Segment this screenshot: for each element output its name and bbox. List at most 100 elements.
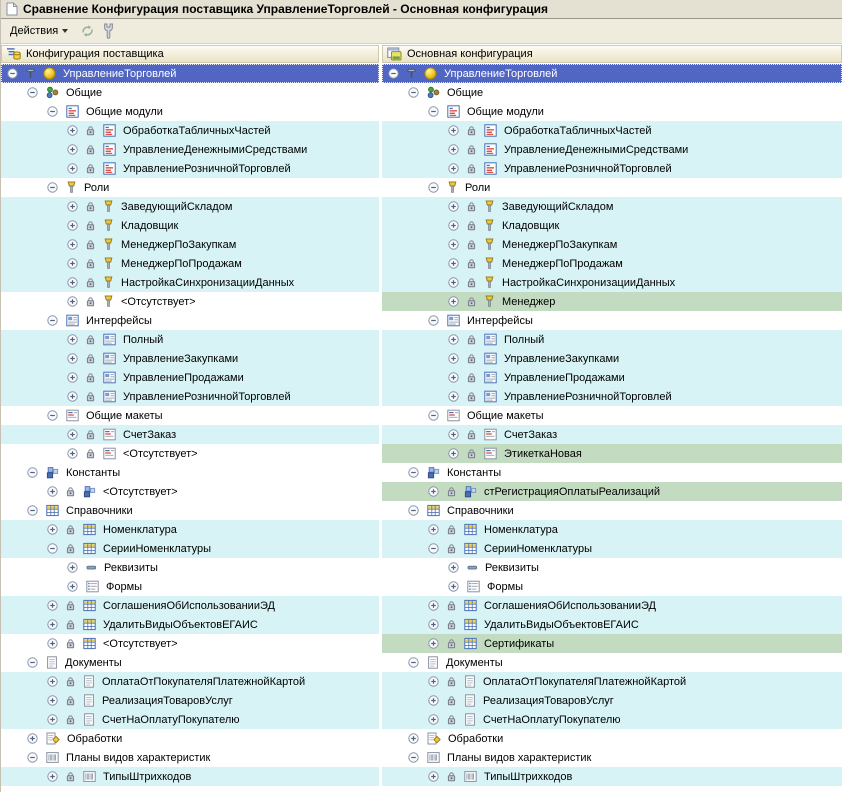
toggle-plus-icon[interactable] (448, 562, 459, 573)
toggle-plus-icon[interactable] (47, 695, 58, 706)
tree-row[interactable]: Константы (1, 463, 379, 482)
tree-row[interactable]: Планы видов характеристик (382, 748, 842, 767)
tree-row[interactable]: ТипыШтрихкодов (1, 767, 379, 786)
toggle-plus-icon[interactable] (67, 353, 78, 364)
tree-row[interactable]: СерииНоменклатуры (1, 539, 379, 558)
tree-row[interactable]: Общие макеты (1, 406, 379, 425)
tree-row[interactable]: ОбработкаТабличныхЧастей (1, 121, 379, 140)
toggle-plus-icon[interactable] (47, 771, 58, 782)
tree-row[interactable]: Сертификаты (382, 634, 842, 653)
toggle-plus-icon[interactable] (448, 258, 459, 269)
tree-row[interactable]: СчетЗаказ (382, 425, 842, 444)
toggle-plus-icon[interactable] (67, 334, 78, 345)
tree-row[interactable]: Общие макеты (382, 406, 842, 425)
toggle-plus-icon[interactable] (67, 391, 78, 402)
toggle-plus-icon[interactable] (448, 220, 459, 231)
toggle-plus-icon[interactable] (47, 676, 58, 687)
toggle-plus-icon[interactable] (67, 258, 78, 269)
tree-row[interactable]: Документы (382, 653, 842, 672)
tree-row[interactable]: Кладовщик (382, 216, 842, 235)
tree-row[interactable]: СчетНаОплатуПокупателю (382, 710, 842, 729)
tree-row[interactable]: НастройкаСинхронизацииДанных (1, 273, 379, 292)
tree-row[interactable]: Общие (1, 83, 379, 102)
toggle-plus-icon[interactable] (408, 733, 419, 744)
tree-row[interactable]: Обработки (382, 729, 842, 748)
toggle-minus-icon[interactable] (47, 315, 58, 326)
tree-row[interactable]: Общие модули (1, 102, 379, 121)
tree-row[interactable]: СерииНоменклатуры (382, 539, 842, 558)
tree-row[interactable]: Планы видов характеристик (1, 748, 379, 767)
tree-row[interactable]: ЗаведующийСкладом (1, 197, 379, 216)
toggle-plus-icon[interactable] (67, 220, 78, 231)
refresh-icon[interactable] (80, 24, 95, 38)
toggle-plus-icon[interactable] (448, 201, 459, 212)
toggle-minus-icon[interactable] (428, 543, 439, 554)
tree-row[interactable]: УдалитьВидыОбъектовЕГАИС (1, 615, 379, 634)
tree-row[interactable]: РеализацияТоваровУслуг (382, 691, 842, 710)
tree-row[interactable]: Интерфейсы (1, 311, 379, 330)
tree-row[interactable]: ОбработкаТабличныхЧастей (382, 121, 842, 140)
toggle-minus-icon[interactable] (408, 467, 419, 478)
tree-row[interactable]: Константы (382, 463, 842, 482)
toggle-minus-icon[interactable] (27, 87, 38, 98)
toggle-plus-icon[interactable] (448, 144, 459, 155)
toggle-minus-icon[interactable] (27, 657, 38, 668)
tree-row[interactable]: Общие модули (382, 102, 842, 121)
toggle-plus-icon[interactable] (67, 581, 78, 592)
tree-row[interactable]: УправлениеПродажами (1, 368, 379, 387)
toggle-plus-icon[interactable] (428, 714, 439, 725)
tree-row[interactable]: Справочники (382, 501, 842, 520)
toggle-minus-icon[interactable] (428, 182, 439, 193)
tree-row[interactable]: УправлениеРозничнойТорговлей (382, 159, 842, 178)
tree-row[interactable]: УправлениеДенежнымиСредствами (382, 140, 842, 159)
tree-row[interactable]: УправлениеДенежнымиСредствами (1, 140, 379, 159)
toggle-minus-icon[interactable] (428, 106, 439, 117)
tree-row[interactable]: УправлениеРозничнойТорговлей (1, 159, 379, 178)
toggle-plus-icon[interactable] (67, 296, 78, 307)
toggle-plus-icon[interactable] (27, 733, 38, 744)
toggle-plus-icon[interactable] (67, 163, 78, 174)
tree-row[interactable]: Формы (382, 577, 842, 596)
tree-row[interactable]: Реквизиты (382, 558, 842, 577)
customize-icon[interactable] (102, 23, 115, 39)
toggle-minus-icon[interactable] (428, 410, 439, 421)
toggle-plus-icon[interactable] (448, 277, 459, 288)
tree-row[interactable]: УправлениеТорговлей (1, 64, 379, 83)
toggle-plus-icon[interactable] (428, 771, 439, 782)
toggle-plus-icon[interactable] (47, 638, 58, 649)
tree-row[interactable]: УправлениеРозничнойТорговлей (382, 387, 842, 406)
tree-row[interactable]: Интерфейсы (382, 311, 842, 330)
toggle-plus-icon[interactable] (67, 239, 78, 250)
tree-row[interactable]: Общие (382, 83, 842, 102)
tree-row[interactable]: Роли (1, 178, 379, 197)
tree-row[interactable]: <Отсутствует> (1, 292, 379, 311)
tree-row[interactable]: стРегистрацияОплатыРеализаций (382, 482, 842, 501)
tree-row[interactable]: ЗаведующийСкладом (382, 197, 842, 216)
tree-row[interactable]: Менеджер (382, 292, 842, 311)
tree-row[interactable]: УправлениеТорговлей (382, 64, 842, 83)
tree-row[interactable]: Документы (1, 653, 379, 672)
tree-row[interactable]: Номенклатура (382, 520, 842, 539)
toggle-plus-icon[interactable] (448, 391, 459, 402)
toggle-minus-icon[interactable] (7, 68, 18, 79)
tree-row[interactable]: Полный (1, 330, 379, 349)
toggle-plus-icon[interactable] (448, 353, 459, 364)
toggle-minus-icon[interactable] (27, 752, 38, 763)
toggle-plus-icon[interactable] (448, 239, 459, 250)
toggle-plus-icon[interactable] (428, 600, 439, 611)
toggle-minus-icon[interactable] (27, 467, 38, 478)
tree-row[interactable]: УправлениеПродажами (382, 368, 842, 387)
toggle-plus-icon[interactable] (448, 429, 459, 440)
toggle-plus-icon[interactable] (47, 619, 58, 630)
actions-menu-button[interactable]: Действия (5, 22, 73, 40)
toggle-plus-icon[interactable] (67, 562, 78, 573)
toggle-plus-icon[interactable] (67, 429, 78, 440)
toggle-plus-icon[interactable] (67, 144, 78, 155)
toggle-plus-icon[interactable] (448, 448, 459, 459)
tree-row[interactable]: Справочники (1, 501, 379, 520)
toggle-plus-icon[interactable] (67, 201, 78, 212)
tree-row[interactable]: Роли (382, 178, 842, 197)
tree-row[interactable]: <Отсутствует> (1, 444, 379, 463)
toggle-minus-icon[interactable] (408, 87, 419, 98)
toggle-minus-icon[interactable] (408, 505, 419, 516)
